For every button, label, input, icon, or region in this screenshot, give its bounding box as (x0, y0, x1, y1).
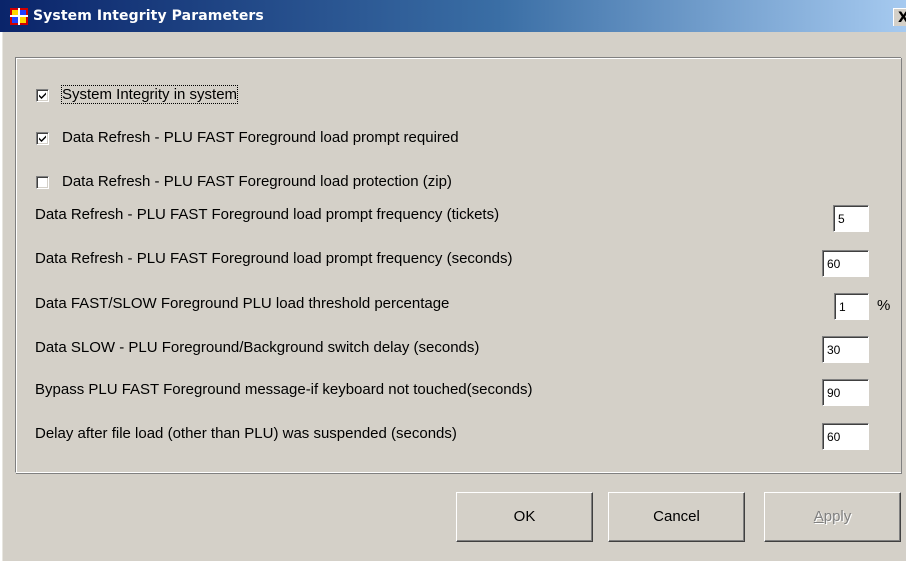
close-button[interactable]: X (893, 8, 906, 26)
file-load-delay-label: Delay after file load (other than PLU) w… (35, 425, 457, 442)
ok-button[interactable]: OK (456, 492, 593, 542)
percent-unit-label: % (877, 297, 891, 314)
apply-mnemonic: A (813, 508, 824, 525)
window-title: System Integrity Parameters (33, 8, 264, 24)
check-mark-icon (39, 135, 46, 142)
apply-button[interactable]: Apply (764, 492, 901, 542)
cancel-button[interactable]: Cancel (608, 492, 745, 542)
apply-label-rest: pply (823, 508, 852, 525)
prompt-frequency-seconds-label: Data Refresh - PLU FAST Foreground load … (35, 250, 513, 267)
window-frame-edge (0, 32, 2, 561)
load-threshold-percentage-input[interactable]: 1 (834, 293, 869, 320)
load-prompt-required-label[interactable]: Data Refresh - PLU FAST Foreground load … (62, 129, 459, 146)
title-bar[interactable]: System Integrity Parameters X (0, 0, 906, 32)
switch-delay-input[interactable]: 30 (822, 336, 869, 363)
check-mark-icon (39, 92, 46, 99)
bypass-message-label: Bypass PLU FAST Foreground message-if ke… (35, 381, 533, 398)
load-prompt-required-checkbox[interactable] (36, 132, 49, 145)
load-protection-checkbox[interactable] (36, 176, 49, 189)
system-integrity-label[interactable]: System Integrity in system (60, 85, 239, 104)
file-load-delay-input[interactable]: 60 (822, 423, 869, 450)
prompt-frequency-tickets-label: Data Refresh - PLU FAST Foreground load … (35, 206, 500, 223)
app-grid-icon[interactable] (10, 8, 28, 25)
prompt-frequency-seconds-input[interactable]: 60 (822, 250, 869, 277)
bypass-message-input[interactable]: 90 (822, 379, 869, 406)
switch-delay-label: Data SLOW - PLU Foreground/Background sw… (35, 339, 480, 356)
load-threshold-percentage-label: Data FAST/SLOW Foreground PLU load thres… (35, 295, 450, 312)
load-protection-label[interactable]: Data Refresh - PLU FAST Foreground load … (62, 173, 452, 190)
prompt-frequency-tickets-input[interactable]: 5 (833, 205, 869, 232)
system-integrity-checkbox[interactable] (36, 89, 49, 102)
